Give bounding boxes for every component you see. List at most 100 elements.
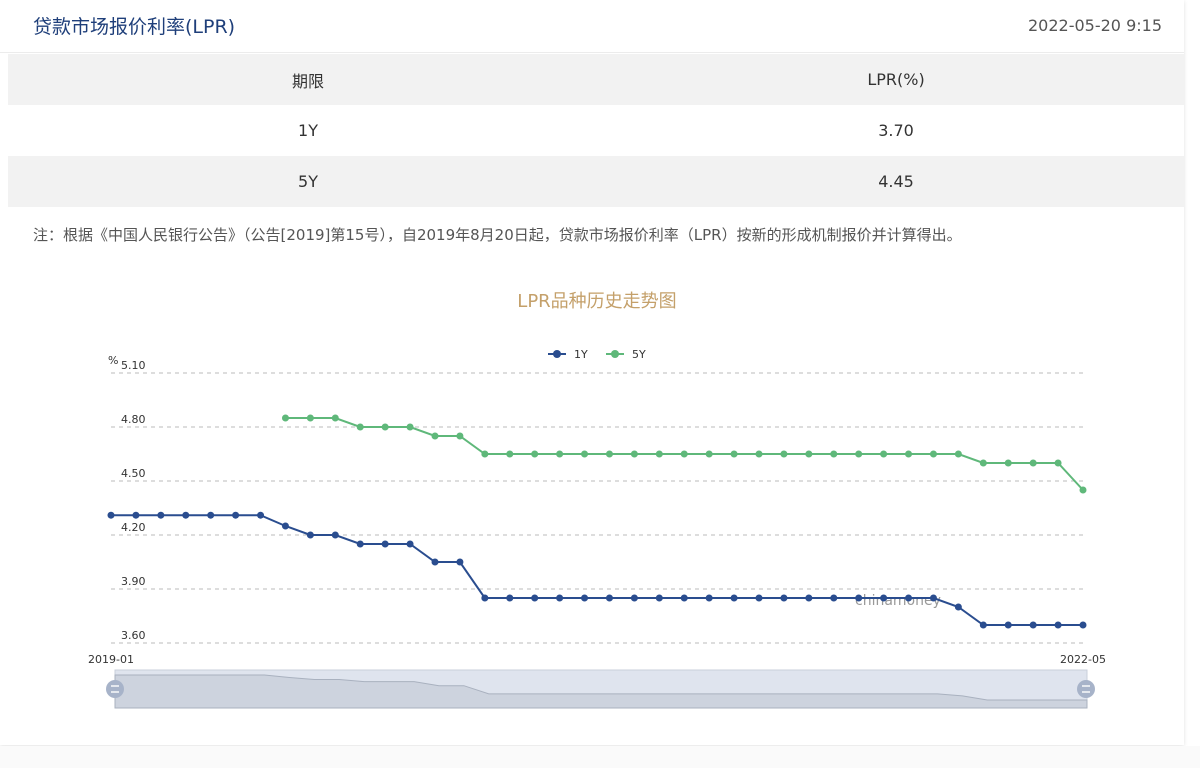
x-tick-label-end: 2022-05: [1060, 653, 1106, 666]
table-header-row: 期限 LPR(%): [8, 54, 1184, 105]
table-row: 5Y 4.45: [8, 156, 1184, 207]
data-point-1y: [605, 594, 613, 602]
data-point-1y: [880, 594, 888, 602]
data-point-1y: [1054, 621, 1062, 629]
data-point-1y: [381, 540, 389, 548]
data-point-1y: [531, 594, 539, 602]
data-point-5y: [730, 450, 738, 458]
data-point-1y: [730, 594, 738, 602]
data-point-1y: [281, 522, 289, 530]
data-point-5y: [905, 450, 913, 458]
data-point-1y: [207, 511, 215, 519]
rate-cell: 3.70: [878, 121, 914, 140]
data-point-5y: [306, 414, 314, 422]
data-point-5y: [1054, 459, 1062, 467]
data-point-1y: [306, 531, 314, 539]
data-point-5y: [531, 450, 539, 458]
data-point-5y: [954, 450, 962, 458]
data-point-5y: [381, 423, 389, 431]
y-tick-label: 3.60: [121, 629, 146, 642]
data-point-5y: [830, 450, 838, 458]
data-point-1y: [755, 594, 763, 602]
data-point-5y: [929, 450, 937, 458]
data-point-5y: [979, 459, 987, 467]
column-header-term: 期限: [291, 71, 324, 91]
data-point-1y: [232, 511, 240, 519]
data-point-1y: [905, 594, 913, 602]
data-point-5y: [1079, 486, 1087, 494]
zoom-handle-knob: [1077, 680, 1095, 698]
y-tick-label: 4.50: [121, 467, 146, 480]
page-title: 贷款市场报价利率(LPR): [33, 16, 236, 38]
data-point-1y: [132, 511, 140, 519]
data-point-5y: [506, 450, 514, 458]
data-point-1y: [1029, 621, 1037, 629]
data-point-5y: [805, 450, 813, 458]
data-point-1y: [431, 558, 439, 566]
legend-label: 1Y: [574, 348, 588, 361]
data-point-1y: [356, 540, 364, 548]
data-point-1y: [581, 594, 589, 602]
data-point-1y: [805, 594, 813, 602]
data-point-5y: [605, 450, 613, 458]
chart-title: LPR品种历史走势图: [517, 291, 676, 312]
data-point-1y: [780, 594, 788, 602]
zoom-handle-left[interactable]: [106, 680, 124, 698]
data-point-1y: [855, 594, 863, 602]
data-point-1y: [456, 558, 464, 566]
zoom-handle-right[interactable]: [1077, 680, 1095, 698]
data-point-1y: [182, 511, 190, 519]
data-point-5y: [880, 450, 888, 458]
data-point-1y: [680, 594, 688, 602]
table-row: 1Y 3.70: [8, 105, 1184, 156]
footnote: 注：根据《中国人民银行公告》（公告[2019]第15号），自2019年8月20日…: [33, 226, 962, 244]
data-point-5y: [705, 450, 713, 458]
zoom-slider[interactable]: [106, 669, 1095, 709]
legend-item-1y: 1Y: [548, 348, 588, 361]
legend-marker: [611, 350, 619, 358]
data-point-1y: [705, 594, 713, 602]
y-tick-label: 5.10: [121, 359, 146, 372]
data-point-5y: [281, 414, 289, 422]
legend-marker: [553, 350, 561, 358]
data-point-5y: [456, 432, 464, 440]
data-point-5y: [780, 450, 788, 458]
data-point-5y: [680, 450, 688, 458]
data-point-1y: [406, 540, 414, 548]
data-point-1y: [954, 603, 962, 611]
data-point-1y: [830, 594, 838, 602]
data-point-5y: [855, 450, 863, 458]
lpr-history-chart: LPR品种历史走势图 1Y 5Y% 5.10 4.80 4.50 4.20 3.90 3.60 2…: [88, 291, 1106, 709]
legend-item-5y: 5Y: [606, 348, 646, 361]
lpr-table: 期限 LPR(%) 1Y 3.70 5Y 4.45: [8, 54, 1184, 207]
y-axis-unit-label: %: [108, 354, 118, 367]
data-point-5y: [1004, 459, 1012, 467]
term-cell: 1Y: [298, 121, 318, 140]
data-point-1y: [979, 621, 987, 629]
data-point-1y: [257, 511, 265, 519]
data-point-5y: [655, 450, 663, 458]
panel-header: 贷款市场报价利率(LPR) 2022-05-20 9:15: [0, 0, 1184, 53]
legend-label: 5Y: [632, 348, 646, 361]
y-tick-label: 4.80: [121, 413, 146, 426]
update-timestamp: 2022-05-20 9:15: [1028, 16, 1162, 35]
data-point-5y: [431, 432, 439, 440]
data-point-5y: [331, 414, 339, 422]
chart-watermark: chinamoney: [855, 593, 941, 609]
data-point-5y: [481, 450, 489, 458]
column-header-rate: LPR(%): [867, 70, 925, 89]
term-cell: 5Y: [298, 172, 318, 191]
y-tick-label: 4.20: [121, 521, 146, 534]
data-point-5y: [630, 450, 638, 458]
rate-cell: 4.45: [878, 172, 914, 191]
data-point-1y: [655, 594, 663, 602]
page-footer-strip: [0, 746, 1200, 768]
data-point-1y: [630, 594, 638, 602]
data-point-5y: [406, 423, 414, 431]
data-point-1y: [1004, 621, 1012, 629]
data-point-1y: [929, 594, 937, 602]
x-tick-label-start: 2019-01: [88, 653, 134, 666]
data-point-5y: [1029, 459, 1037, 467]
zoom-handle-knob: [106, 680, 124, 698]
data-point-5y: [755, 450, 763, 458]
